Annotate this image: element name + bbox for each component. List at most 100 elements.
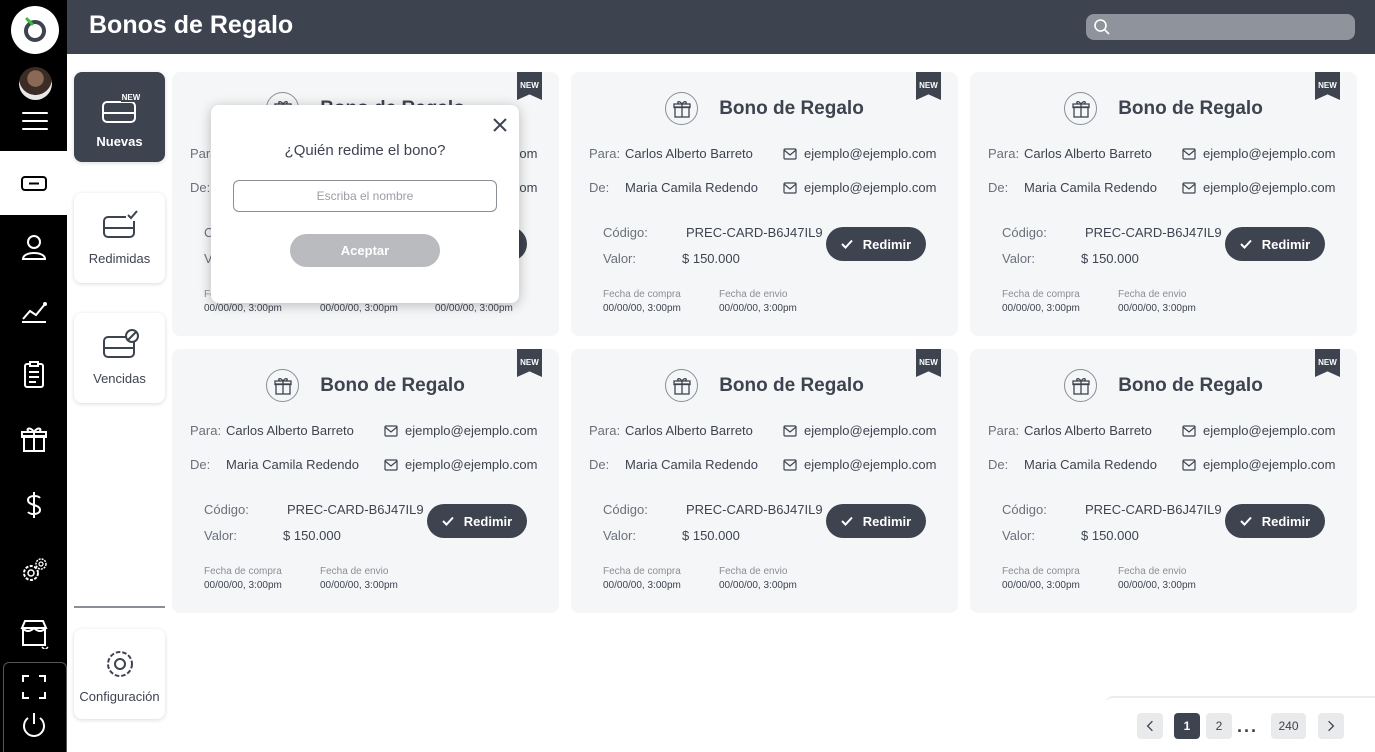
card-icon [20, 176, 47, 191]
email-text: ejemplo@ejemplo.com [1203, 146, 1336, 161]
valor-label: Valor: [603, 528, 636, 543]
send-date: 00/00/00, 3:00pm [719, 580, 797, 591]
mail-icon [1182, 424, 1196, 437]
email-text: ejemplo@ejemplo.com [804, 146, 937, 161]
mail-icon [1182, 181, 1196, 194]
mail-icon [783, 424, 797, 437]
purchase-date-label: Fecha de compra [204, 566, 282, 577]
page-title: Bonos de Regalo [89, 11, 294, 39]
sidebar-item-store[interactable] [0, 608, 67, 658]
sidebar-item-users[interactable] [0, 222, 67, 272]
de-label: De: [589, 457, 610, 472]
sender-email: ejemplo@ejemplo.com [1182, 180, 1335, 195]
gift-card: NEWBono de RegaloPara:Carlos Alberto Bar… [571, 72, 958, 336]
prev-page-icon[interactable] [1137, 713, 1163, 739]
next-page-icon[interactable] [1318, 713, 1344, 739]
recipient-email: ejemplo@ejemplo.com [1182, 423, 1335, 438]
recipient-name: Carlos Alberto Barreto [226, 423, 354, 438]
purchase-date: 00/00/00, 3:00pm [1002, 580, 1080, 591]
filter-new-badge: NEW [121, 93, 139, 102]
card-header: Bono de Regalo [970, 369, 1357, 402]
recipient-row: Para: Carlos Alberto Barreto ejemplo@ejemp… [589, 423, 944, 438]
pagination: 1 2 ... 240 [1105, 696, 1375, 752]
purchase-date: 00/00/00, 3:00pm [204, 303, 282, 314]
sidebar-item-gifts[interactable] [0, 414, 67, 464]
sender-row: De: Maria Camila Redendo ejemplo@ejemplo.c… [190, 457, 545, 472]
para-label: Para: [190, 423, 222, 438]
gift-card: NEWBono de RegaloPara:Carlos Alberto Bar… [970, 349, 1357, 613]
sidebar [0, 0, 67, 752]
filter-configuracion[interactable]: Configuración [74, 629, 165, 719]
redeemer-name-input[interactable] [233, 180, 497, 212]
send-date-label: Fecha de envio [719, 289, 788, 300]
expired-card-icon [102, 329, 139, 358]
redimir-button[interactable]: Redimir [826, 227, 926, 261]
de-label: De: [988, 180, 1009, 195]
purchase-date-label: Fecha de compra [603, 289, 681, 300]
valor-value: $ 150.000 [682, 251, 740, 266]
recipient-name: Carlos Alberto Barreto [1024, 146, 1152, 161]
para-label: Para: [589, 146, 621, 161]
modal-question: ¿Quién redime el bono? [284, 142, 446, 159]
search-box[interactable] [1086, 14, 1355, 40]
menu-icon[interactable] [22, 112, 48, 132]
page-last[interactable]: 240 [1271, 713, 1306, 739]
avatar[interactable] [19, 67, 52, 100]
codigo-label: Código: [603, 225, 648, 240]
card-title: Bono de Regalo [1118, 97, 1263, 119]
store-icon [19, 620, 49, 649]
filter-vencidas[interactable]: Vencidas [74, 313, 165, 403]
de-label: De: [988, 457, 1009, 472]
close-icon[interactable] [490, 115, 510, 135]
filter-label: Configuración [79, 689, 160, 704]
sender-name: Maria Camila Redendo [625, 180, 758, 195]
filter-nuevas[interactable]: NEW Nuevas [74, 72, 165, 162]
email-text: ejemplo@ejemplo.com [1203, 180, 1336, 195]
gift-badge [1064, 369, 1098, 402]
gift-icon [673, 100, 691, 118]
redimir-button[interactable]: Redimir [1225, 227, 1325, 261]
accept-button[interactable]: Aceptar [290, 234, 440, 267]
logo-icon[interactable] [11, 6, 59, 54]
purchase-date: 00/00/00, 3:00pm [603, 303, 681, 314]
sidebar-item-finance[interactable] [0, 480, 67, 530]
mail-icon [783, 458, 797, 471]
valor-value: $ 150.000 [682, 528, 740, 543]
valor-label: Valor: [1002, 251, 1035, 266]
gift-icon [20, 427, 47, 452]
filter-redimidas[interactable]: Redimidas [74, 193, 165, 283]
codigo-label: Código: [1002, 502, 1047, 517]
valor-value: $ 150.000 [283, 528, 341, 543]
purchase-date-label: Fecha de compra [1002, 566, 1080, 577]
redeem-modal: ¿Quién redime el bono? Aceptar [211, 105, 519, 303]
sidebar-item-logout[interactable] [0, 700, 67, 750]
gift-icon [1072, 377, 1090, 395]
sidebar-item-settings[interactable] [0, 545, 67, 595]
send-date-label: Fecha de envio [719, 566, 788, 577]
mail-icon [384, 458, 398, 471]
redimir-button[interactable]: Redimir [1225, 504, 1325, 538]
codigo-label: Código: [1002, 225, 1047, 240]
sidebar-item-orders[interactable] [0, 350, 67, 400]
redimir-button[interactable]: Redimir [427, 504, 527, 538]
clipboard-icon [23, 361, 44, 388]
sidebar-item-gift-cards[interactable] [0, 151, 67, 215]
gift-card: NEWBono de RegaloPara:Carlos Alberto Bar… [172, 349, 559, 613]
sidebar-item-stats[interactable] [0, 286, 67, 336]
recipient-email: ejemplo@ejemplo.com [1182, 146, 1335, 161]
page-1[interactable]: 1 [1174, 713, 1200, 739]
codigo-value: PREC-CARD-B6J47IL9 [686, 502, 823, 517]
send-date: 00/00/00, 3:00pm [719, 303, 797, 314]
card-header: Bono de Regalo [571, 92, 958, 125]
redimir-button[interactable]: Redimir [826, 504, 926, 538]
search-input[interactable] [1116, 17, 1346, 37]
card-title: Bono de Regalo [320, 374, 465, 396]
page-2[interactable]: 2 [1206, 713, 1232, 739]
recipient-row: Para: Carlos Alberto Barreto ejemplo@ejemp… [589, 146, 944, 161]
new-card-icon: NEW [101, 92, 140, 123]
mail-icon [1182, 458, 1196, 471]
gift-icon [1072, 100, 1090, 118]
app: Bonos de Regalo NEW Nuevas Redimidas Ven… [0, 0, 1375, 752]
gears-icon [22, 558, 47, 581]
dollar-icon [26, 492, 41, 518]
